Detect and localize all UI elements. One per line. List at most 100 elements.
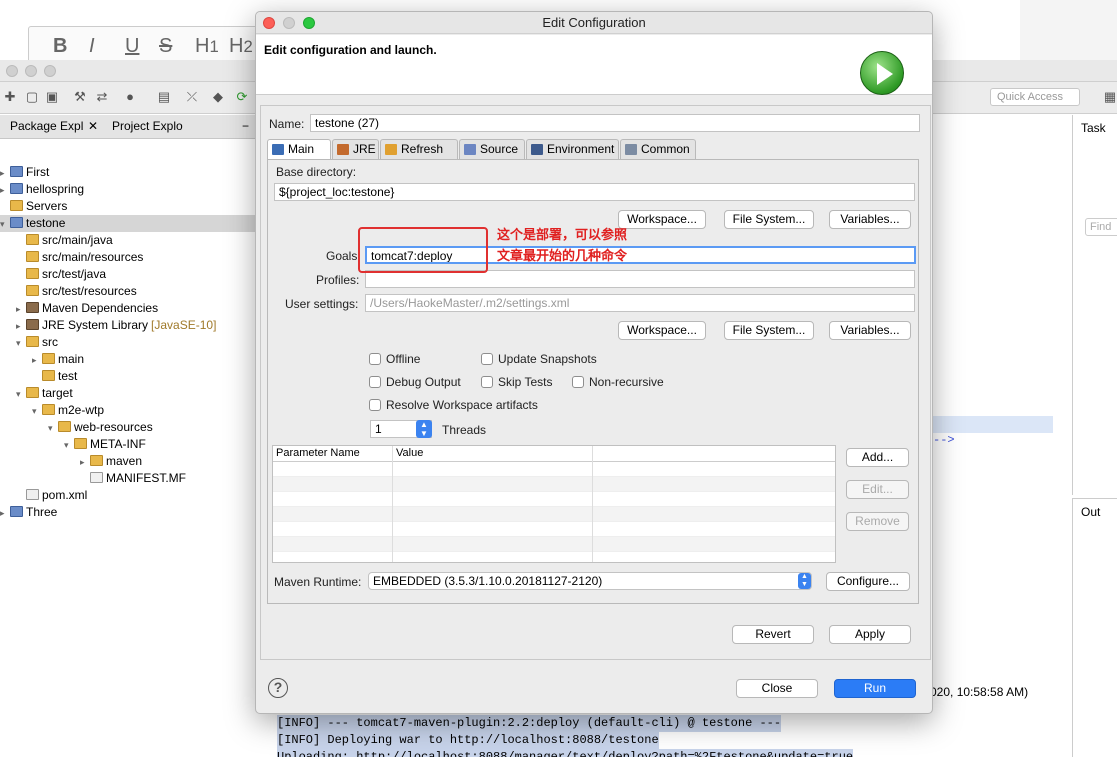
add-button[interactable]: Add... [846,448,909,467]
refactor-icon[interactable]: ⇄ [94,89,110,105]
tree-item[interactable]: ▾ web-resources [0,419,258,436]
tab-outline[interactable]: Out [1081,505,1100,519]
edit-button[interactable]: Edit... [846,480,909,499]
non-recursive-checkbox[interactable] [572,376,584,388]
bold-icon[interactable]: B [53,35,67,58]
configure-button[interactable]: Configure... [826,572,910,591]
skip-icon[interactable]: ⤫ [184,89,200,105]
tree-item[interactable]: ▾ target [0,385,258,402]
dialog-close-button[interactable] [263,17,275,29]
base-directory-field[interactable]: ${project_loc:testone} [274,183,915,201]
close-icon[interactable]: ✕ [88,119,98,133]
find-field[interactable]: Find [1085,218,1117,236]
expand-arrow-icon[interactable]: ▸ [32,352,42,369]
tree-item[interactable]: src/test/java [0,266,258,283]
tree-item[interactable]: ▾ m2e-wtp [0,402,258,419]
update-snapshots-checkbox[interactable] [481,353,493,365]
save-all-icon[interactable]: ▣ [44,89,60,105]
expand-arrow-icon[interactable]: ▸ [16,301,26,318]
tree-item[interactable]: ▾ testone [0,215,258,232]
select-arrows-icon[interactable]: ▲ ▼ [798,573,811,589]
tab-refresh[interactable]: Refresh [380,139,458,159]
tree-item[interactable]: ▸ First [0,164,258,181]
expand-arrow-icon[interactable]: ▸ [0,505,10,522]
workspace-button[interactable]: Workspace... [618,210,706,229]
user-settings-field[interactable]: /Users/HaokeMaster/.m2/settings.xml [365,294,915,312]
help-icon[interactable]: ? [268,678,288,698]
debug-icon[interactable]: ● [122,89,138,105]
quick-access-field[interactable]: Quick Access [990,88,1080,106]
minimize-icon[interactable]: − [242,119,249,133]
stepper-arrows-icon[interactable]: ▲ ▼ [416,420,432,438]
save-icon[interactable]: ▢ [24,89,40,105]
expand-arrow-icon[interactable]: ▾ [32,403,42,420]
debug-output-checkbox[interactable] [369,376,381,388]
tree-item[interactable]: MANIFEST.MF [0,470,258,487]
tree-item[interactable]: ▸ maven [0,453,258,470]
maven-runtime-select[interactable]: EMBEDDED (3.5.3/1.10.0.20181127-2120) [368,572,812,590]
tree-item[interactable]: ▸ Maven Dependencies [0,300,258,317]
tab-package-explorer[interactable]: Package Expl [10,119,83,133]
tree-item[interactable]: ▸ Three [0,504,258,521]
expand-arrow-icon[interactable]: ▾ [64,437,74,454]
file-system-button[interactable]: File System... [724,210,814,229]
tree-item[interactable]: ▸ JRE System Library [JavaSE-10] [0,317,258,334]
tab-environment[interactable]: Environment [526,139,619,159]
tree-item[interactable]: src/main/resources [0,249,258,266]
skip-tests-checkbox[interactable] [481,376,493,388]
expand-arrow-icon[interactable]: ▾ [0,216,10,233]
strikethrough-icon[interactable]: S [159,35,172,58]
window-close-button[interactable] [6,65,18,77]
tree-item[interactable]: src/main/java [0,232,258,249]
tree-item[interactable]: ▾ META-INF [0,436,258,453]
tab-tasks[interactable]: Task [1081,121,1106,135]
console-icon[interactable]: ▤ [156,89,172,105]
parameter-table[interactable]: Parameter Name Value [272,445,836,563]
expand-arrow-icon[interactable]: ▾ [16,335,26,352]
tab-jre[interactable]: JRE [332,139,379,159]
tab-main[interactable]: Main [267,139,331,160]
expand-arrow-icon[interactable]: ▸ [80,454,90,471]
heading2-icon[interactable]: H2 [229,35,253,58]
italic-icon[interactable]: I [89,35,95,58]
name-field[interactable]: testone (27) [310,114,920,132]
tree-item[interactable]: ▾ src [0,334,258,351]
jar-icon [26,319,39,330]
build-icon[interactable]: ⚒ [72,89,88,105]
expand-arrow-icon[interactable]: ▸ [0,182,10,199]
apply-button[interactable]: Apply [829,625,911,644]
tab-source[interactable]: Source [459,139,525,159]
run-button[interactable]: Run [834,679,916,698]
window-zoom-button[interactable] [44,65,56,77]
variables-button[interactable]: Variables... [829,321,911,340]
expand-arrow-icon[interactable]: ▾ [48,420,58,437]
perspective-icon[interactable]: ▦ [1102,89,1117,105]
revert-button[interactable]: Revert [732,625,814,644]
expand-arrow-icon[interactable]: ▾ [16,386,26,403]
resolve-workspace-checkbox[interactable] [369,399,381,411]
tree-item[interactable]: ▸ main [0,351,258,368]
expand-arrow-icon[interactable]: ▸ [0,165,10,182]
heading1-icon[interactable]: H1 [195,35,219,58]
tree-item[interactable]: test [0,368,258,385]
dialog-zoom-button[interactable] [303,17,315,29]
workspace-button[interactable]: Workspace... [618,321,706,340]
variables-button[interactable]: Variables... [829,210,911,229]
expand-arrow-icon[interactable]: ▸ [16,318,26,335]
tree-item[interactable]: ▸ hellospring [0,181,258,198]
package-icon[interactable]: ◆ [210,89,226,105]
close-button[interactable]: Close [736,679,818,698]
underline-icon[interactable]: U [125,35,139,58]
tab-project-explorer[interactable]: Project Explo [112,119,183,133]
offline-checkbox[interactable] [369,353,381,365]
dialog-minimize-button[interactable] [283,17,295,29]
run-toolbar-icon[interactable]: ⟳ [234,89,250,105]
tree-item[interactable]: pom.xml [0,487,258,504]
window-minimize-button[interactable] [25,65,37,77]
new-icon[interactable]: ✚ [2,89,18,105]
tab-common[interactable]: Common [620,139,696,159]
tree-item[interactable]: Servers [0,198,258,215]
tree-item[interactable]: src/test/resources [0,283,258,300]
remove-button[interactable]: Remove [846,512,909,531]
file-system-button[interactable]: File System... [724,321,814,340]
